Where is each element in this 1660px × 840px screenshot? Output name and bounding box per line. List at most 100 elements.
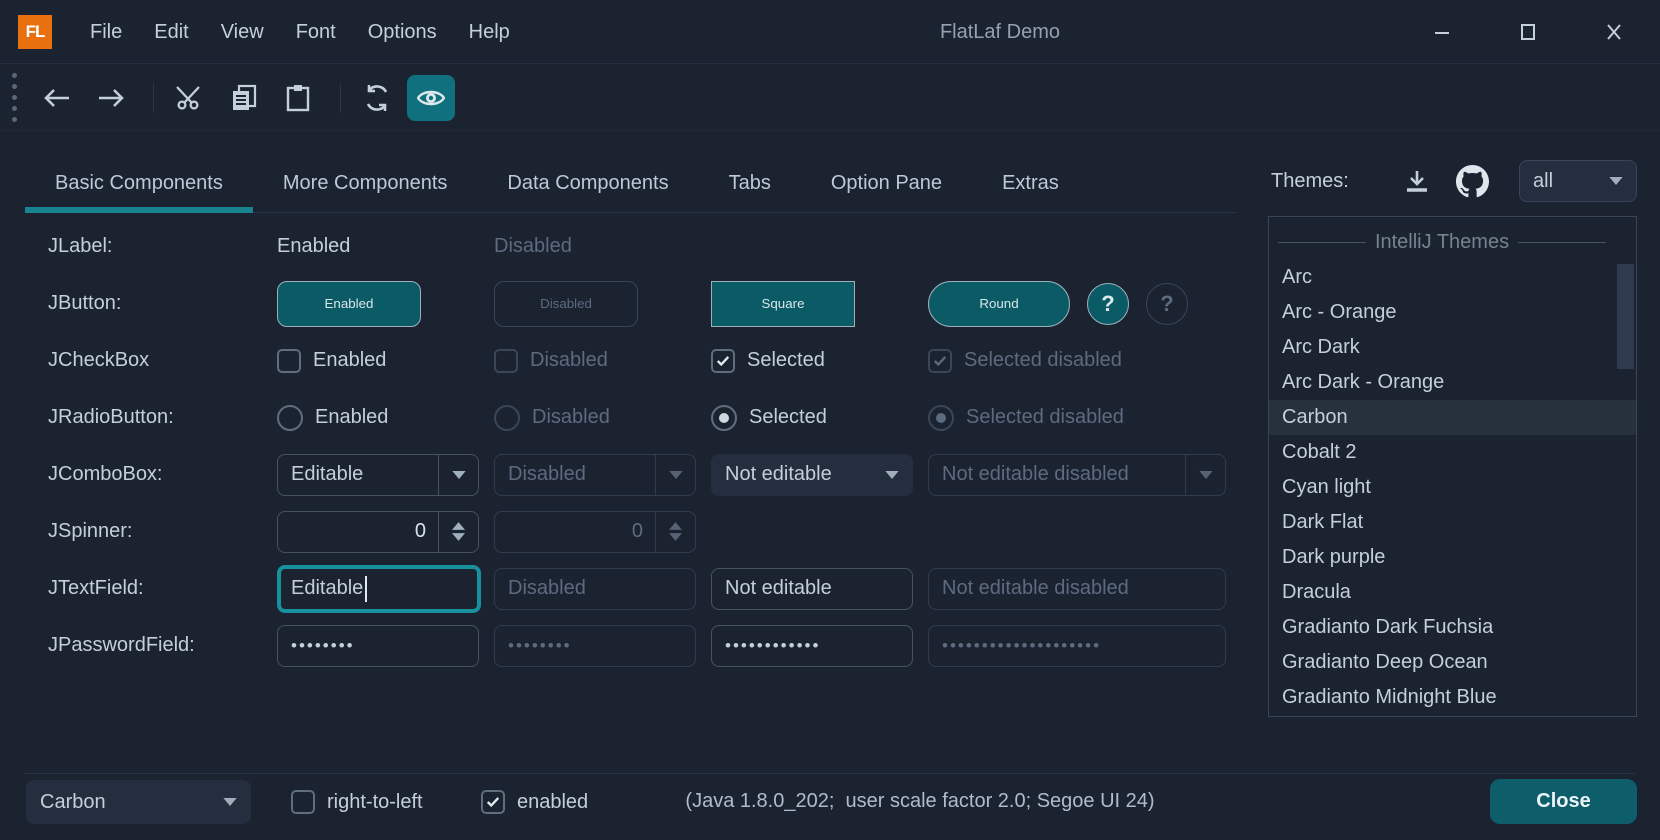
- toolbar: [0, 65, 1660, 131]
- theme-list-item[interactable]: Cobalt 2: [1269, 435, 1636, 470]
- menu-item[interactable]: Edit: [138, 0, 204, 64]
- menu-item[interactable]: Font: [280, 0, 352, 64]
- themes-items: ArcArc - OrangeArc DarkArc Dark - Orange…: [1269, 260, 1636, 715]
- theme-list-item[interactable]: Carbon: [1269, 400, 1636, 435]
- theme-list-item[interactable]: Arc: [1269, 260, 1636, 295]
- chevron-down-icon[interactable]: [438, 455, 478, 495]
- passwordfield-editable[interactable]: ••••••••: [277, 625, 479, 667]
- separator-line: [1278, 242, 1366, 243]
- checkbox-box-checked[interactable]: [711, 349, 735, 373]
- chevron-down-icon[interactable]: [872, 455, 912, 495]
- radio-selected[interactable]: Selected: [711, 405, 913, 431]
- passwordfield-not-editable-disabled: ••••••••••••••••••••: [928, 625, 1226, 667]
- row-label-jtextfield: JTextField:: [25, 577, 262, 600]
- radio-circle[interactable]: [277, 405, 303, 431]
- radio-selected-disabled: Selected disabled: [928, 405, 1226, 431]
- close-button[interactable]: Close: [1490, 779, 1637, 824]
- download-icon[interactable]: [1404, 169, 1430, 193]
- chevron-down-icon[interactable]: [210, 781, 250, 823]
- menu-item[interactable]: File: [74, 0, 138, 64]
- rtl-checkbox[interactable]: right-to-left: [291, 790, 423, 814]
- checkbox-enabled[interactable]: Enabled: [277, 349, 479, 373]
- spinner-up-down-icons[interactable]: [438, 512, 478, 552]
- refresh-icon[interactable]: [353, 75, 401, 121]
- checkbox-box[interactable]: [277, 349, 301, 373]
- radio-label: Selected disabled: [966, 406, 1124, 429]
- jlabel-disabled: Disabled: [494, 235, 696, 258]
- checkbox-label: Selected: [747, 349, 825, 372]
- forward-icon[interactable]: [87, 75, 135, 121]
- tab-label: Option Pane: [831, 172, 942, 195]
- checkbox-label: enabled: [517, 791, 588, 814]
- radio-label: Enabled: [315, 406, 388, 429]
- github-icon[interactable]: [1456, 165, 1489, 198]
- minimize-icon[interactable]: [1418, 8, 1466, 56]
- eye-toggle-button[interactable]: [407, 75, 455, 121]
- menu-item[interactable]: Help: [453, 0, 526, 64]
- combobox-editable[interactable]: Editable: [277, 454, 479, 496]
- radio-circle-checked[interactable]: [711, 405, 737, 431]
- theme-list-item[interactable]: Gradianto Dark Fuchsia: [1269, 610, 1636, 645]
- checkbox-box: [494, 349, 518, 373]
- combobox-value[interactable]: Editable: [278, 463, 438, 486]
- tab[interactable]: More Components: [253, 155, 478, 212]
- themes-group-label: IntelliJ Themes: [1375, 231, 1509, 254]
- menubar: FileEditViewFontOptionsHelp: [74, 0, 526, 64]
- app-logo: FL: [18, 15, 52, 49]
- theme-list-item[interactable]: Dracula: [1269, 575, 1636, 610]
- textfield-not-editable[interactable]: Not editable: [711, 568, 913, 610]
- tab[interactable]: Option Pane: [801, 155, 972, 212]
- enabled-button[interactable]: Enabled: [277, 281, 421, 327]
- radio-enabled[interactable]: Enabled: [277, 405, 479, 431]
- round-button[interactable]: Round: [928, 281, 1070, 327]
- spinner-enabled[interactable]: 0: [277, 511, 479, 553]
- tab[interactable]: Extras: [972, 155, 1089, 212]
- textfield-not-editable-disabled: Not editable disabled: [928, 568, 1226, 610]
- theme-list-item[interactable]: Dark Flat: [1269, 505, 1636, 540]
- copy-icon[interactable]: [220, 75, 268, 121]
- theme-list-item[interactable]: Dark purple: [1269, 540, 1636, 575]
- tab[interactable]: Basic Components: [25, 155, 253, 212]
- close-icon[interactable]: [1590, 8, 1638, 56]
- cut-icon[interactable]: [166, 75, 214, 121]
- combobox-value: Carbon: [27, 791, 210, 814]
- checkbox-label: Disabled: [530, 349, 608, 372]
- passwordfield-disabled: ••••••••: [494, 625, 696, 667]
- tab[interactable]: Data Components: [477, 155, 698, 212]
- spinner-value[interactable]: 0: [278, 520, 438, 543]
- checkbox-box-checked[interactable]: [481, 790, 505, 814]
- statusbar-theme-combobox[interactable]: Carbon: [26, 780, 251, 824]
- theme-list-item[interactable]: Gradianto Midnight Blue: [1269, 680, 1636, 715]
- help-button[interactable]: ?: [1087, 283, 1129, 325]
- enabled-checkbox[interactable]: enabled: [481, 790, 588, 814]
- tab[interactable]: Tabs: [699, 155, 801, 212]
- combobox-not-editable[interactable]: Not editable: [711, 454, 913, 496]
- separator-line: [1518, 242, 1606, 243]
- checkbox-box-checked: [928, 349, 952, 373]
- tab-label: More Components: [283, 172, 448, 195]
- theme-list-item[interactable]: Arc Dark - Orange: [1269, 365, 1636, 400]
- back-icon[interactable]: [33, 75, 81, 121]
- menu-item[interactable]: View: [205, 0, 280, 64]
- textfield-editable[interactable]: Editable: [277, 565, 481, 613]
- checkbox-box[interactable]: [291, 790, 315, 814]
- combobox-value: Disabled: [495, 463, 655, 486]
- theme-list-item[interactable]: Arc Dark: [1269, 330, 1636, 365]
- maximize-icon[interactable]: [1504, 8, 1552, 56]
- square-button[interactable]: Square: [711, 281, 855, 327]
- checkbox-selected[interactable]: Selected: [711, 349, 913, 373]
- theme-list-item[interactable]: Arc - Orange: [1269, 295, 1636, 330]
- radio-circle-checked: [928, 405, 954, 431]
- menu-item[interactable]: Options: [352, 0, 453, 64]
- toolbar-grip[interactable]: [12, 73, 17, 122]
- theme-list-item[interactable]: Cyan light: [1269, 470, 1636, 505]
- chevron-down-icon[interactable]: [1596, 161, 1636, 201]
- scrollbar-thumb[interactable]: [1617, 264, 1634, 369]
- passwordfield-not-editable[interactable]: ••••••••••••: [711, 625, 913, 667]
- themes-filter-combobox[interactable]: all: [1519, 160, 1637, 202]
- combobox-not-editable-disabled: Not editable disabled: [928, 454, 1226, 496]
- theme-list-item[interactable]: Gradianto Deep Ocean: [1269, 645, 1636, 680]
- tab-label: Data Components: [507, 172, 668, 195]
- paste-icon[interactable]: [274, 75, 322, 121]
- themes-group-header: IntelliJ Themes: [1269, 224, 1636, 260]
